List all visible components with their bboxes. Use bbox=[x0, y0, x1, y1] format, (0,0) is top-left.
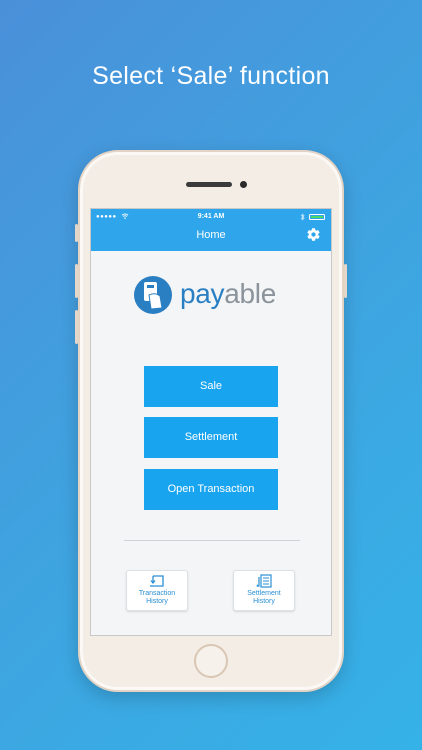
page-title: Home bbox=[196, 229, 226, 241]
transaction-history-button[interactable]: Transaction History bbox=[126, 570, 188, 611]
settlement-history-label: Settlement History bbox=[247, 590, 281, 605]
nav-bar: ●●●●● 9:41 AM Home bbox=[91, 209, 331, 251]
sale-button[interactable]: Sale bbox=[144, 366, 278, 407]
settlement-history-icon bbox=[256, 574, 272, 588]
home-button[interactable] bbox=[194, 644, 228, 678]
status-bar: ●●●●● 9:41 AM bbox=[91, 211, 331, 223]
status-time: 9:41 AM bbox=[197, 213, 225, 220]
settlement-history-button[interactable]: Settlement History bbox=[233, 570, 295, 611]
logo-text-pay: pay bbox=[180, 278, 225, 309]
app-screen: ●●●●● 9:41 AM Home payable Sale Settleme… bbox=[90, 208, 332, 636]
logo-text-able: able bbox=[224, 278, 276, 309]
speaker-grille bbox=[186, 182, 232, 187]
transaction-history-label: Transaction History bbox=[138, 590, 176, 605]
volume-down-button bbox=[75, 310, 78, 344]
transaction-history-icon bbox=[150, 575, 164, 587]
power-button bbox=[344, 264, 347, 298]
volume-up-button bbox=[75, 264, 78, 298]
settlement-button[interactable]: Settlement bbox=[144, 417, 278, 458]
bluetooth-icon bbox=[300, 213, 305, 221]
gear-icon[interactable] bbox=[306, 227, 321, 242]
battery-level bbox=[311, 216, 323, 218]
front-camera bbox=[240, 181, 247, 188]
divider bbox=[124, 540, 300, 541]
mute-switch bbox=[75, 224, 78, 242]
logo-wordmark: payable bbox=[180, 276, 276, 312]
payable-logo: payable bbox=[133, 273, 293, 317]
open-transaction-button[interactable]: Open Transaction bbox=[144, 469, 278, 510]
logo-mark-icon bbox=[134, 276, 172, 314]
battery-icon bbox=[309, 214, 325, 220]
headline: Select ‘Sale’ function bbox=[92, 62, 330, 90]
phone-frame: ●●●●● 9:41 AM Home payable Sale Settleme… bbox=[75, 150, 347, 692]
